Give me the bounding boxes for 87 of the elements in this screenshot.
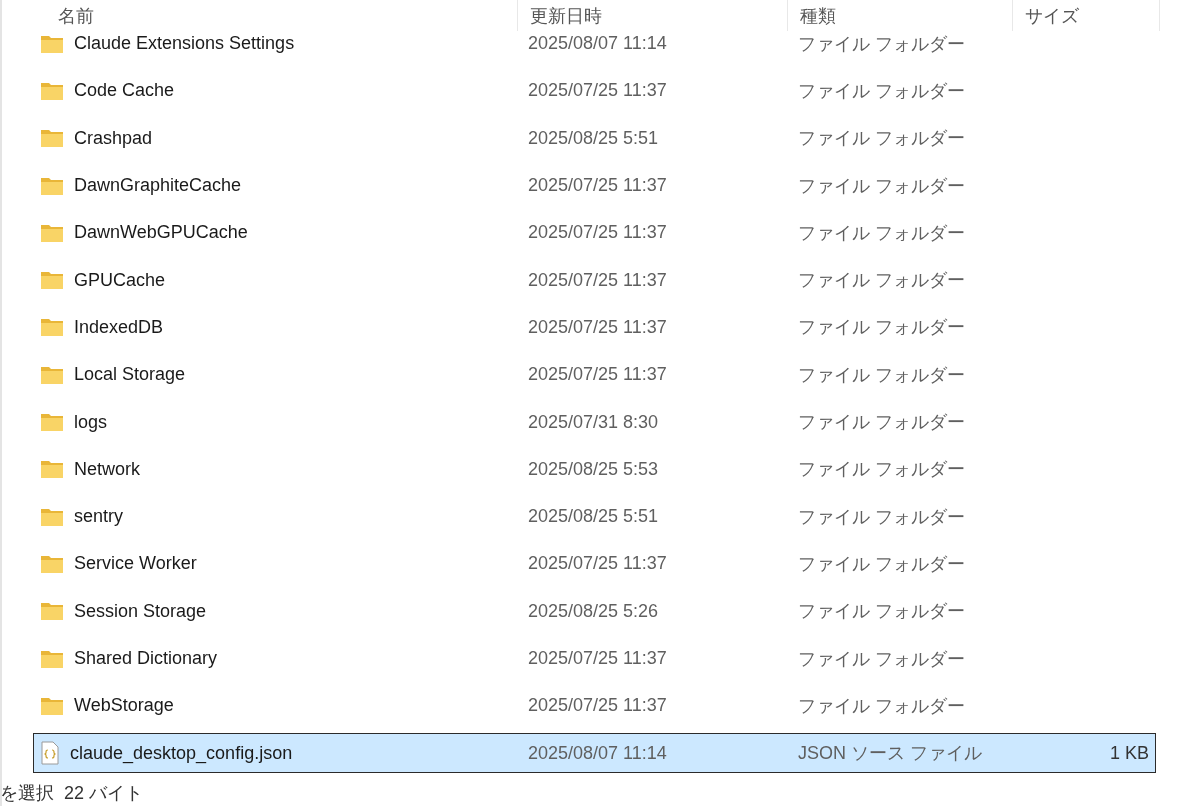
file-name: WebStorage: [74, 695, 174, 717]
folder-icon: [40, 175, 64, 196]
modified-date: 2025/07/25 11:37: [527, 648, 668, 669]
file-type: ファイル フォルダー: [797, 694, 966, 718]
file-name: sentry: [74, 506, 124, 528]
file-name: Service Worker: [74, 553, 197, 575]
folder-icon: [40, 80, 64, 101]
file-type: ファイル フォルダー: [797, 79, 966, 103]
modified-date: 2025/07/25 11:37: [527, 364, 668, 386]
file-type: ファイル フォルダー: [797, 316, 966, 340]
file-row[interactable]: WebStorage 2025/07/25 11:37 ファイル フォルダー: [33, 682, 1156, 730]
file-name: DawnWebGPUCache: [74, 222, 248, 244]
modified-date: 2025/08/25 5:53: [527, 458, 660, 480]
file-name: Local Storage: [74, 364, 186, 386]
selected-file-row[interactable]: claude_desktop_config.json 2025/08/07 11:14 JSON ソース ファイル 1 KB: [33, 733, 1156, 774]
file-type: ファイル フォルダー: [797, 32, 966, 56]
file-name: IndexedDB: [74, 316, 164, 338]
folder-icon: [40, 412, 64, 432]
file-type: ファイル フォルダー: [797, 458, 966, 482]
file-row[interactable]: Code Cache 2025/07/25 11:37 ファイル フォルダー: [33, 67, 1156, 115]
modified-date: 2025/08/25 5:26: [527, 600, 660, 622]
modified-date: 2025/07/25 11:37: [527, 553, 668, 575]
file-row[interactable]: Session Storage 2025/08/25 5:26 ファイル フォルダー: [33, 587, 1156, 635]
column-header[interactable]: サイズ: [1012, 0, 1160, 31]
file-type: ファイル フォルダー: [797, 269, 966, 293]
folder-icon: [40, 459, 64, 480]
status-selection: を選択: [0, 782, 54, 805]
file-name: GPUCache: [74, 269, 166, 291]
folder-icon: [40, 222, 64, 243]
status-size: 22 バイト: [64, 782, 144, 805]
file-name: Code Cache: [74, 80, 175, 102]
modified-date: 2025/08/07 11:14: [527, 33, 668, 55]
file-type: ファイル フォルダー: [797, 221, 966, 245]
file-type: ファイル フォルダー: [797, 600, 966, 624]
file-name: DawnGraphiteCache: [74, 175, 242, 197]
folder-icon: [40, 364, 64, 385]
file-type: ファイル フォルダー: [797, 552, 966, 576]
modified-date: 2025/08/25 5:51: [527, 127, 660, 149]
file-row[interactable]: Network 2025/08/25 5:53 ファイル フォルダー: [33, 445, 1156, 493]
file-type: ファイル フォルダー: [797, 411, 966, 434]
modified-date: 2025/07/25 11:37: [527, 269, 668, 291]
modified-date: 2025/08/25 5:51: [527, 506, 660, 528]
modified-date: 2025/07/25 11:37: [527, 222, 668, 244]
folder-icon: [40, 648, 64, 669]
file-row[interactable]: DawnWebGPUCache 2025/07/25 11:37 ファイル フォルダー: [33, 209, 1156, 257]
modified-date: 2025/08/07 11:14: [527, 742, 668, 764]
modified-date: 2025/07/25 11:37: [527, 695, 668, 717]
modified-date: 2025/07/31 8:30: [527, 411, 660, 433]
file-icon: [40, 741, 60, 766]
file-type: ファイル フォルダー: [797, 174, 966, 198]
file-name: Session Storage: [74, 600, 207, 622]
file-type: ファイル フォルダー: [797, 647, 966, 671]
folder-icon: [40, 128, 64, 149]
file-name: logs: [74, 411, 108, 433]
folder-icon: [40, 506, 64, 527]
column-header[interactable]: 更新日時: [517, 0, 787, 31]
column-header[interactable]: 名前: [2, 0, 517, 31]
folder-icon: [40, 317, 64, 338]
file-name: Shared Dictionary: [74, 648, 218, 669]
column-header[interactable]: 種類: [787, 0, 1012, 31]
file-type: ファイル フォルダー: [797, 363, 966, 387]
file-row[interactable]: Local Storage 2025/07/25 11:37 ファイル フォルダー: [33, 351, 1156, 399]
folder-icon: [40, 33, 64, 54]
modified-date: 2025/07/25 11:37: [527, 175, 668, 197]
file-row[interactable]: Shared Dictionary 2025/07/25 11:37 ファイル フォルダー: [33, 634, 1156, 683]
modified-date: 2025/07/25 11:37: [527, 316, 668, 338]
file-name: Network: [74, 458, 140, 480]
file-row[interactable]: logs 2025/07/31 8:30 ファイル フォルダー: [33, 398, 1156, 446]
folder-icon: [40, 695, 64, 716]
file-row[interactable]: GPUCache 2025/07/25 11:37 ファイル フォルダー: [33, 256, 1156, 304]
file-size: 1 KB: [1108, 742, 1150, 764]
file-name: Claude Extensions Settings: [74, 33, 295, 55]
file-row[interactable]: Service Worker 2025/07/25 11:37 ファイル フォルダー: [33, 540, 1156, 588]
folder-icon: [40, 601, 64, 622]
folder-icon: [40, 553, 64, 574]
file-row[interactable]: IndexedDB 2025/07/25 11:37 ファイル フォルダー: [33, 303, 1156, 352]
file-row[interactable]: Claude Extensions Settings 2025/08/07 11:14 ファイル フォルダー: [33, 31, 1156, 68]
file-name: Crashpad: [74, 127, 153, 149]
file-name: claude_desktop_config.json: [70, 742, 293, 764]
file-type: JSON ソース ファイル: [797, 742, 983, 766]
file-row[interactable]: DawnGraphiteCache 2025/07/25 11:37 ファイル フォルダー: [33, 161, 1156, 210]
file-type: ファイル フォルダー: [797, 505, 966, 529]
file-row[interactable]: sentry 2025/08/25 5:51 ファイル フォルダー: [33, 492, 1156, 541]
file-row[interactable]: Crashpad 2025/08/25 5:51 ファイル フォルダー: [33, 114, 1156, 162]
file-type: ファイル フォルダー: [797, 127, 966, 151]
folder-icon: [40, 270, 64, 291]
modified-date: 2025/07/25 11:37: [527, 80, 668, 102]
